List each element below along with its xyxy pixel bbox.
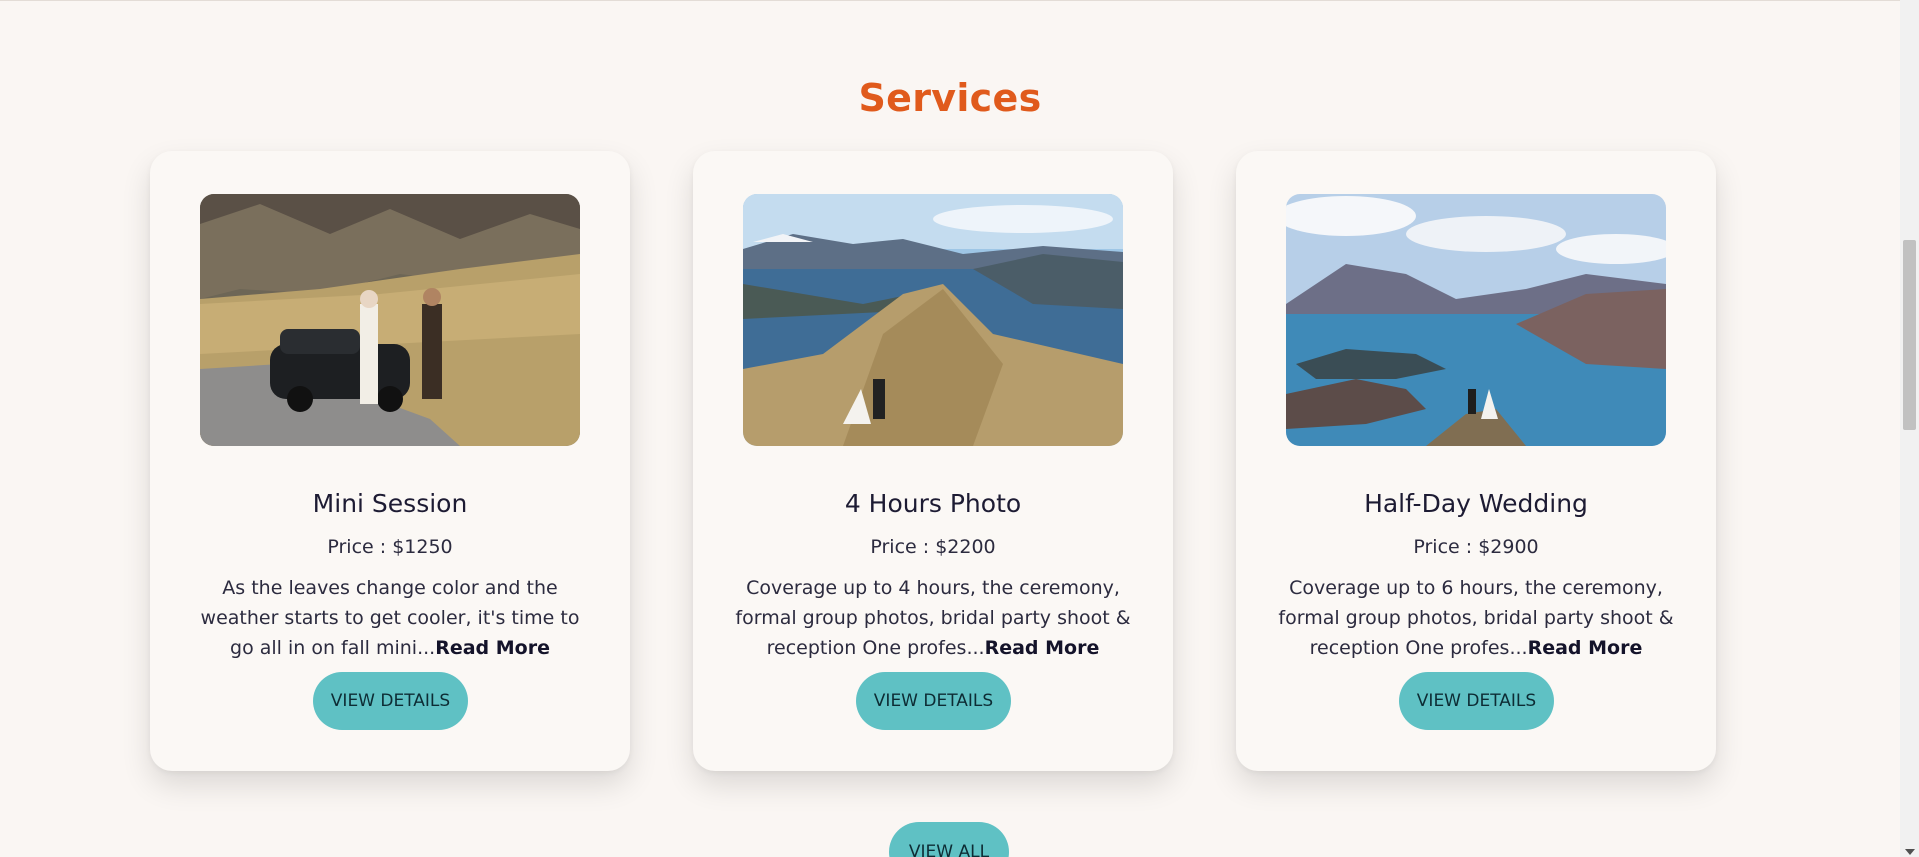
service-price: Price : $1250 [327,536,453,558]
service-description: As the leaves change color and the weath… [190,573,590,663]
vertical-scrollbar[interactable] [1900,0,1919,857]
read-more-link[interactable]: Read More [1528,637,1643,659]
section-title: Services [858,76,1042,120]
read-more-link[interactable]: Read More [985,637,1100,659]
scrollbar-thumb[interactable] [1903,240,1916,430]
service-photo [743,194,1123,446]
service-card-half-day-wedding: Half-Day Wedding Price : $2900 Coverage … [1236,151,1716,771]
scroll-down-arrow-icon[interactable] [1905,849,1915,855]
service-title: Half-Day Wedding [1364,489,1588,518]
service-description: Coverage up to 6 hours, the ceremony, fo… [1276,573,1676,663]
read-more-link[interactable]: Read More [435,637,550,659]
view-details-button[interactable]: VIEW DETAILS [856,672,1011,730]
service-card-4-hours-photo: 4 Hours Photo Price : $2200 Coverage up … [693,151,1173,771]
photo-couple-mountain-ridge-icon [743,194,1123,446]
service-description: Coverage up to 4 hours, the ceremony, fo… [733,573,1133,663]
photo-couple-vintage-car-icon [200,194,580,446]
service-title: Mini Session [312,489,468,518]
service-price: Price : $2200 [870,536,996,558]
view-details-button[interactable]: VIEW DETAILS [1399,672,1554,730]
photo-couple-summit-lake-icon [1286,194,1666,446]
service-title: 4 Hours Photo [844,489,1022,518]
page: Services Mini Session Price : $1250 As t… [0,0,1900,857]
view-all-button[interactable]: VIEW ALL [889,822,1009,857]
service-photo [1286,194,1666,446]
service-price: Price : $2900 [1413,536,1539,558]
service-card-mini-session: Mini Session Price : $1250 As the leaves… [150,151,630,771]
view-details-button[interactable]: VIEW DETAILS [313,672,468,730]
service-photo [200,194,580,446]
